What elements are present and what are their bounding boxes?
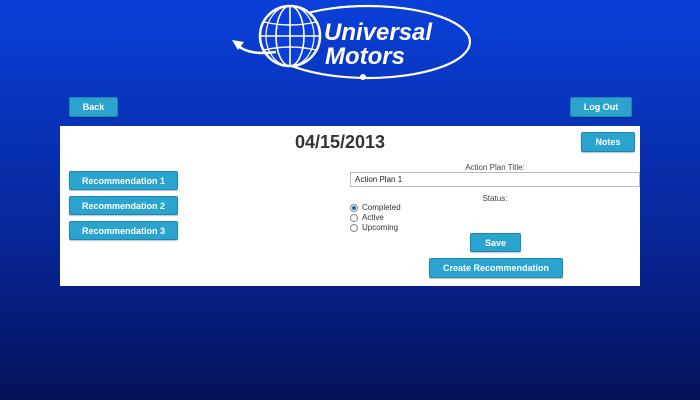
radio-upcoming[interactable] (350, 223, 358, 232)
logout-button[interactable]: Log Out (570, 97, 632, 117)
save-button[interactable]: Save (470, 233, 521, 252)
recommendation-3-button[interactable]: Recommendation 3 (69, 221, 178, 240)
status-active-label: Active (362, 213, 384, 222)
globe-icon (258, 4, 322, 68)
action-plan-title-input[interactable] (350, 172, 640, 187)
recommendation-2-button[interactable]: Recommendation 2 (69, 196, 178, 215)
status-completed-label: Completed (362, 203, 401, 212)
page-date: 04/15/2013 (294, 132, 386, 152)
action-plan-title-label: Action Plan Title: (465, 163, 525, 172)
logo-line2: Motors (325, 43, 405, 70)
status-active-option[interactable]: Active (350, 213, 384, 222)
universal-motors-logo: Universal Motors (232, 4, 472, 80)
status-completed-option[interactable]: Completed (350, 203, 401, 212)
logo-line1: Universal (324, 19, 433, 46)
radio-completed[interactable] (350, 203, 358, 212)
notes-button[interactable]: Notes (581, 132, 635, 152)
status-upcoming-option[interactable]: Upcoming (350, 223, 398, 232)
status-upcoming-label: Upcoming (362, 223, 399, 232)
create-recommendation-button[interactable]: Create Recommendation (429, 258, 563, 278)
recommendation-1-button[interactable]: Recommendation 1 (69, 171, 178, 190)
status-label: Status: (482, 194, 508, 203)
back-button[interactable]: Back (69, 97, 118, 117)
action-plan-panel: 04/15/2013 Notes Recommendation 1 Recomm… (60, 126, 640, 286)
radio-active[interactable] (350, 213, 358, 222)
